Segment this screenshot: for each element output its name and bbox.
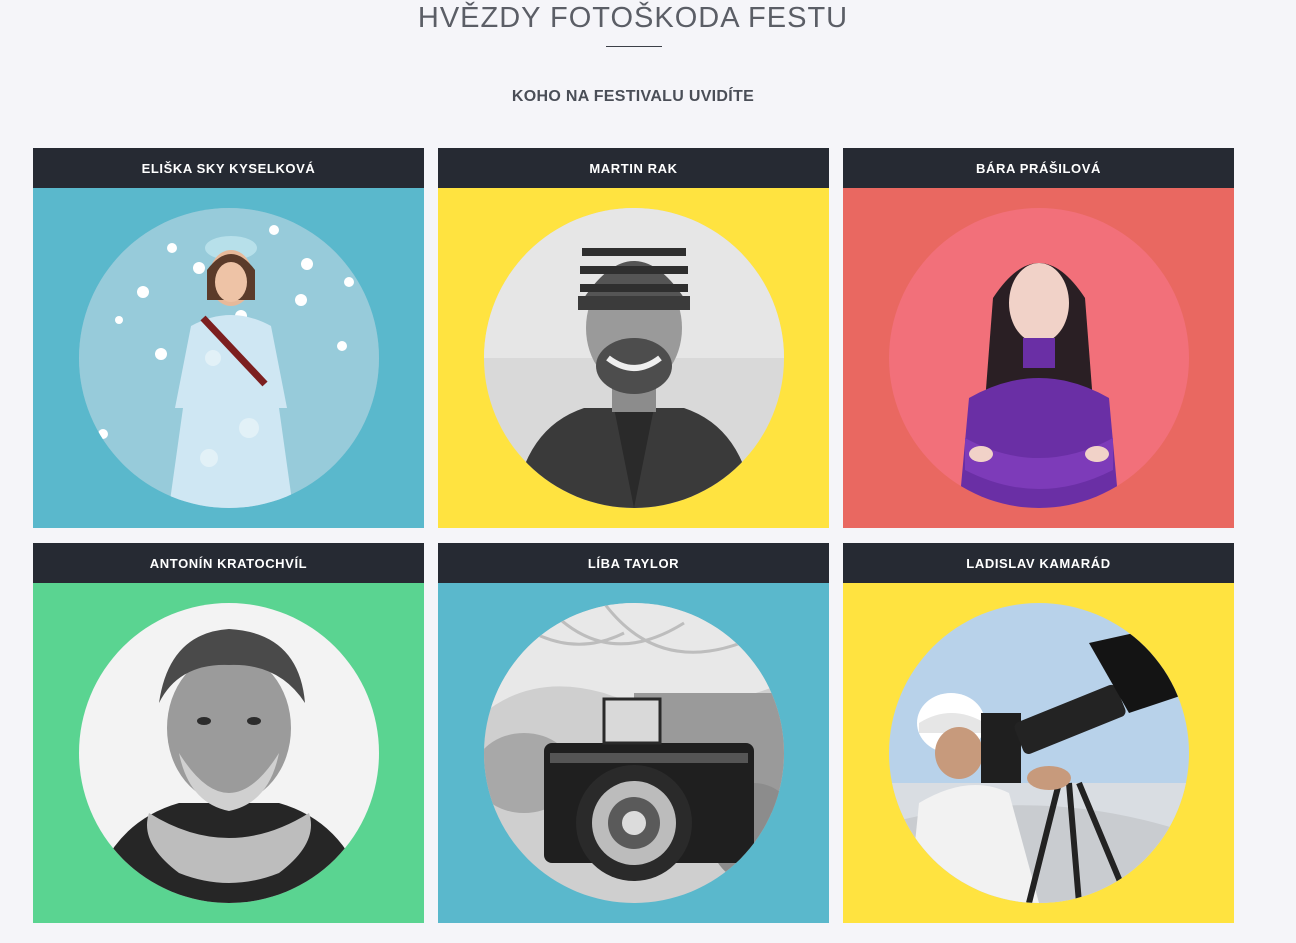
- page: HVĚZDY FOTOŠKODA FESTU KOHO NA FESTIVALU…: [0, 0, 1296, 943]
- card-body: [33, 583, 424, 923]
- star-name: ELIŠKA SKY KYSELKOVÁ: [33, 148, 424, 188]
- card-body: [438, 583, 829, 923]
- star-card-antonin-kratochvil[interactable]: ANTONÍN KRATOCHVÍL: [33, 543, 424, 923]
- portrait-photo: [78, 208, 379, 508]
- star-card-bara-prasilova[interactable]: BÁRA PRÁŠILOVÁ: [843, 148, 1234, 528]
- star-card-liba-taylor[interactable]: LÍBA TAYLOR: [438, 543, 829, 923]
- star-card-martin-rak[interactable]: MARTIN RAK: [438, 148, 829, 528]
- star-name: ANTONÍN KRATOCHVÍL: [33, 543, 424, 583]
- card-body: [843, 188, 1234, 528]
- card-body: [438, 188, 829, 528]
- stars-grid: ELIŠKA SKY KYSELKOVÁ MARTIN RAK BÁRA PRÁ…: [33, 148, 1234, 923]
- star-name: LÍBA TAYLOR: [438, 543, 829, 583]
- card-body: [843, 583, 1234, 923]
- portrait-photo: [888, 603, 1189, 903]
- title-divider: [606, 46, 662, 47]
- page-title: HVĚZDY FOTOŠKODA FESTU: [417, 2, 849, 34]
- star-card-eliska-sky-kyselkova[interactable]: ELIŠKA SKY KYSELKOVÁ: [33, 148, 424, 528]
- portrait-photo: [78, 603, 379, 903]
- portrait-photo: [483, 208, 784, 508]
- star-name: BÁRA PRÁŠILOVÁ: [843, 148, 1234, 188]
- star-name: MARTIN RAK: [438, 148, 829, 188]
- portrait-photo: [888, 208, 1189, 508]
- star-card-ladislav-kamarad[interactable]: LADISLAV KAMARÁD: [843, 543, 1234, 923]
- card-body: [33, 188, 424, 528]
- section-subtitle: KOHO NA FESTIVALU UVIDÍTE: [511, 88, 755, 105]
- star-name: LADISLAV KAMARÁD: [843, 543, 1234, 583]
- portrait-photo: [483, 603, 784, 903]
